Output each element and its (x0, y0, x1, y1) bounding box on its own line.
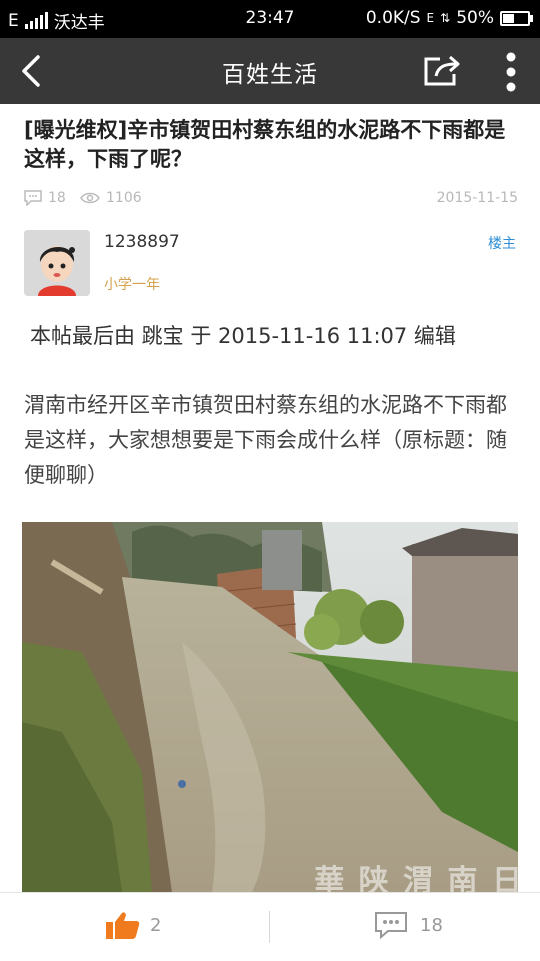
comment-icon (375, 912, 407, 939)
eye-icon (80, 192, 100, 204)
bottom-divider (269, 911, 270, 943)
status-right: 0.0K/S E ⇅ 50% (365, 8, 533, 28)
comment-count-meta: 18 (24, 190, 66, 206)
battery-icon (500, 10, 533, 26)
net-speed: 0.0K/S (365, 8, 421, 28)
op-badge: 楼主 (488, 236, 516, 252)
comment-count: 18 (48, 190, 66, 206)
post-date: 2015-11-15 (436, 190, 518, 206)
image-watermark: 華 陕 渭 南 日 (314, 864, 518, 892)
share-icon[interactable] (422, 54, 462, 88)
comment-icon (24, 190, 42, 206)
author-username[interactable]: 1238897 (104, 232, 180, 252)
nav-bar: 百姓生活 (0, 38, 540, 104)
edit-note: 本帖最后由 跳宝 于 2015-11-16 11:07 编辑 (30, 324, 456, 348)
status-bar: E 沃达丰 23:47 0.0K/S E ⇅ 50% (0, 0, 540, 38)
like-button[interactable]: 2 (106, 911, 161, 939)
like-count: 2 (150, 914, 162, 936)
author-level: 小学一年 (104, 277, 160, 293)
battery-percent: 50% (456, 8, 494, 28)
data-type: E (426, 11, 435, 25)
view-count-meta: 1106 (80, 190, 142, 206)
post-photo[interactable]: 華 陕 渭 南 日 (22, 522, 518, 892)
flooded-road-photo (22, 522, 518, 892)
avatar[interactable] (24, 230, 90, 296)
comment-button[interactable]: 18 (374, 911, 443, 939)
comment-count-bottom: 18 (420, 914, 443, 936)
post-meta: 18 1106 2015-11-15 (24, 190, 518, 212)
more-vertical-icon[interactable] (504, 52, 518, 92)
thumbs-up-icon (106, 912, 140, 939)
data-arrows-icon: ⇅ (440, 11, 451, 25)
post-body: 渭南市经开区辛市镇贺田村蔡东组的水泥路不下雨都是这样，大家想想要是下雨会成什么样… (24, 393, 507, 487)
bottom-action-bar: 2 18 (0, 892, 540, 961)
view-count: 1106 (106, 190, 142, 206)
post-title: [曝光维权]辛市镇贺田村蔡东组的水泥路不下雨都是这样，下雨了呢？ (24, 118, 506, 171)
battery-fill (503, 13, 514, 23)
